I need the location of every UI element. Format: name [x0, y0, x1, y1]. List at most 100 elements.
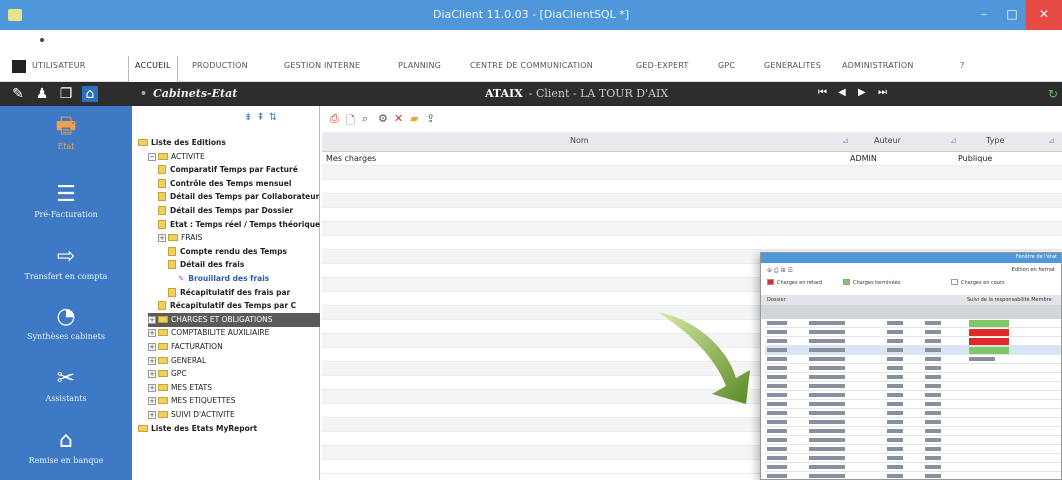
preview-row: [765, 319, 1061, 328]
tree-node[interactable]: Comparatif Temps par Facturé: [158, 163, 298, 177]
book-icon[interactable]: ❐: [58, 86, 74, 102]
menu-item-help[interactable]: ?: [960, 61, 964, 70]
sidebar-item-assistants[interactable]: ✂ Assistants: [0, 366, 132, 403]
sidebar-item-etat[interactable]: 🖶 Etat: [0, 114, 132, 151]
tree-node[interactable]: Récapitulatif des Temps par C: [158, 299, 296, 313]
sidebar-item-syntheses[interactable]: ◔ Synthèses cabinets: [0, 304, 132, 341]
tree-node[interactable]: + FACTURATION: [148, 340, 223, 354]
tree-node-label: SUIVI D'ACTIVITE: [171, 410, 235, 419]
filter-icon[interactable]: ⊿: [842, 136, 849, 145]
list-toolbar: ⎙ 🗋 ⌕ ⚙ ✕ ▰ ⇪: [322, 106, 1062, 132]
column-header-type[interactable]: Type: [986, 136, 1004, 145]
expander-icon[interactable]: +: [148, 397, 156, 406]
next-record-button[interactable]: ▶: [858, 87, 866, 98]
print-icon[interactable]: ⎙: [330, 112, 339, 126]
tree-node[interactable]: ✎ Brouillard des frais: [178, 272, 269, 286]
person-icon[interactable]: ♟: [34, 86, 50, 102]
expander-icon[interactable]: +: [148, 343, 156, 351]
preview-row: [765, 328, 1061, 337]
tree-node[interactable]: Compte rendu des Temps: [168, 245, 287, 259]
maximize-button[interactable]: □: [998, 0, 1026, 30]
tree-node-label: Récapitulatif des frais par: [180, 287, 291, 297]
tree-node[interactable]: + COMPTABILITE AUXILIAIRE: [148, 326, 269, 340]
table-row[interactable]: [322, 194, 1062, 208]
column-header-nom[interactable]: Nom: [570, 136, 589, 145]
tree-node[interactable]: + SUIVI D'ACTIVITE: [148, 408, 235, 422]
folder-icon: [158, 152, 168, 160]
tree-node[interactable]: + GPC: [148, 367, 187, 381]
expander-icon[interactable]: +: [148, 383, 156, 392]
tree-node[interactable]: − ACTIVITE: [148, 150, 205, 164]
properties-icon[interactable]: ⚙: [378, 112, 388, 125]
menu-item-ged-expert[interactable]: GED-EXPERT: [636, 61, 689, 70]
table-row[interactable]: [322, 236, 1062, 250]
sort-icon[interactable]: ⇅: [269, 112, 281, 123]
menu-item-administration[interactable]: ADMINISTRATION: [842, 61, 914, 70]
tree-node[interactable]: Liste des Etats MyReport: [138, 422, 257, 436]
menu-item-centre-communication[interactable]: CENTRE DE COMMUNICATION: [470, 61, 593, 70]
expander-icon[interactable]: +: [148, 356, 156, 365]
expander-icon[interactable]: +: [158, 234, 166, 243]
quick-access-dot-icon[interactable]: [40, 38, 44, 42]
tree-node[interactable]: Détail des Temps par Collaborateur: [158, 190, 319, 204]
preview-row: [765, 445, 1061, 454]
tree-node[interactable]: + CHARGES ET OBLIGATIONS: [148, 312, 320, 327]
tools-icon: ✂: [56, 366, 76, 391]
user-menu-icon[interactable]: [12, 60, 26, 73]
cell-nom: Mes charges: [326, 154, 377, 163]
expand-all-icon[interactable]: ⇟: [244, 112, 256, 123]
bank-icon[interactable]: ⌂: [82, 86, 98, 102]
menu-item-generalites[interactable]: GENERALITES: [764, 61, 821, 70]
tree-node[interactable]: Liste des Editions: [138, 136, 226, 150]
edit-icon[interactable]: ✎: [10, 86, 26, 102]
table-row[interactable]: [322, 222, 1062, 236]
tree-node[interactable]: Détail des Temps par Dossier: [158, 204, 293, 218]
document-icon: [158, 301, 166, 311]
tree-node-label: COMPTABILITE AUXILIAIRE: [171, 328, 270, 338]
previous-record-button[interactable]: ◀: [838, 87, 846, 98]
tree-node[interactable]: + MES ETATS: [148, 381, 212, 395]
table-row[interactable]: [322, 166, 1062, 180]
delete-icon[interactable]: ✕: [394, 112, 403, 125]
tree-node[interactable]: Détail des frais: [168, 258, 244, 272]
tree-node[interactable]: + MES ETIQUETTES: [148, 394, 236, 408]
minimize-button[interactable]: –: [970, 0, 998, 30]
first-record-button[interactable]: ⏮: [818, 87, 827, 98]
menu-item-accueil[interactable]: ACCUEIL: [128, 56, 178, 82]
column-header-auteur[interactable]: Auteur: [874, 136, 901, 145]
export-icon[interactable]: ⇪: [426, 112, 435, 125]
expander-icon[interactable]: +: [148, 370, 156, 379]
tree-node-label: Comparatif Temps par Facturé: [170, 165, 298, 175]
last-record-button[interactable]: ⏭: [878, 87, 887, 98]
sidebar-item-pre-facturation[interactable]: ☰ Pré-Facturation: [0, 182, 132, 219]
table-row[interactable]: [322, 208, 1062, 222]
expander-icon[interactable]: −: [148, 152, 156, 161]
sidebar-item-remise-banque[interactable]: ⌂ Remise en banque: [0, 428, 132, 465]
menu-item-gpc[interactable]: GPC: [718, 61, 735, 70]
collapse-all-icon[interactable]: ⇞: [256, 112, 268, 123]
tree-node[interactable]: Récapitulatif des frais par: [168, 286, 290, 300]
table-row[interactable]: [322, 180, 1062, 194]
folder-icon[interactable]: ▰: [410, 112, 418, 125]
close-button[interactable]: ✕: [1026, 0, 1062, 30]
new-document-icon[interactable]: 🗋: [346, 112, 355, 131]
menu-item-utilisateur[interactable]: UTILISATEUR: [32, 61, 86, 70]
table-row[interactable]: Mes charges ADMIN Publique: [322, 152, 1062, 166]
expander-icon[interactable]: +: [148, 411, 156, 419]
sidebar-item-transfert-compta[interactable]: ⇨ Transfert en compta: [0, 244, 132, 281]
expander-icon[interactable]: +: [148, 315, 156, 324]
menu-item-gestion-interne[interactable]: GESTION INTERNE: [284, 61, 360, 70]
filter-icon[interactable]: ⊿: [950, 136, 957, 145]
tree-node[interactable]: Etat : Temps réel / Temps théorique: [158, 218, 320, 232]
refresh-icon[interactable]: ↻: [1048, 87, 1058, 101]
tree-node[interactable]: + GENERAL: [148, 354, 206, 368]
folder-icon: [158, 343, 168, 350]
expander-icon[interactable]: +: [148, 329, 156, 338]
tree-node-label: FRAIS: [181, 233, 203, 243]
menu-item-planning[interactable]: PLANNING: [398, 61, 441, 70]
tree-node[interactable]: + FRAIS: [158, 231, 202, 245]
filter-icon[interactable]: ⊿: [1048, 136, 1055, 145]
zoom-icon[interactable]: ⌕: [362, 112, 368, 126]
tree-node[interactable]: Contrôle des Temps mensuel: [158, 177, 291, 191]
menu-item-production[interactable]: PRODUCTION: [192, 61, 248, 70]
